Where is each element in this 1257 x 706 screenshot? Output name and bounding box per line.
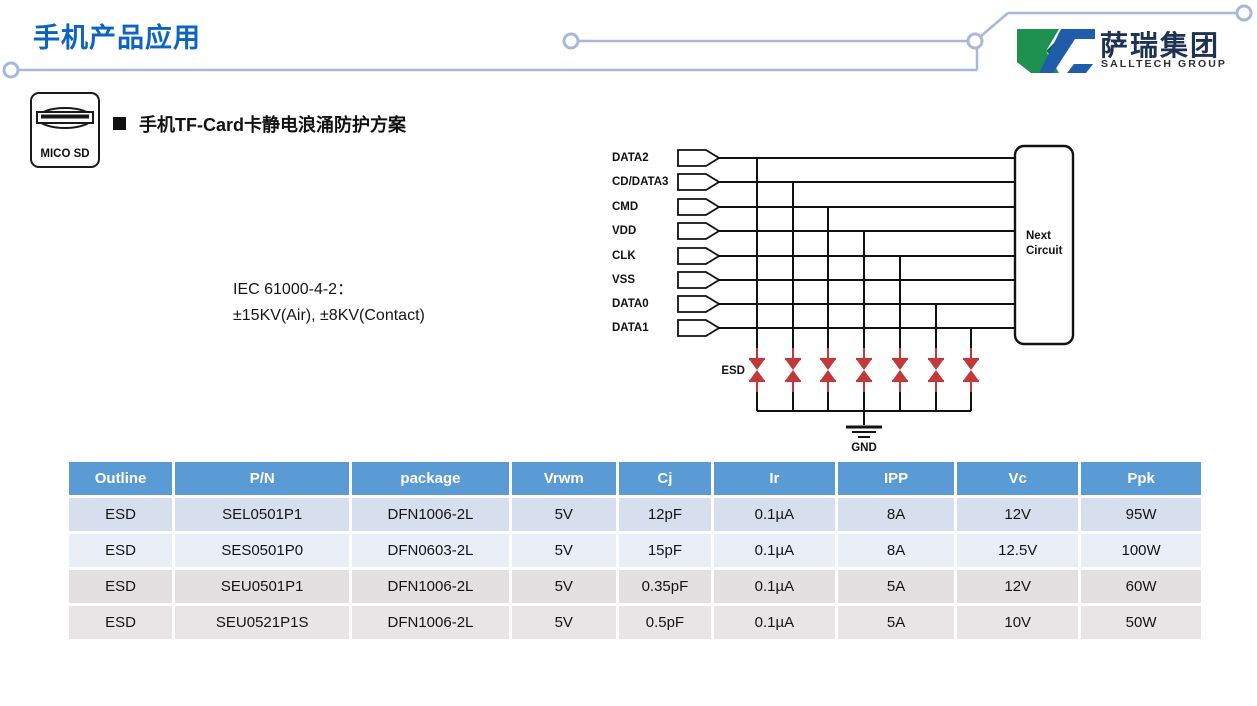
- column-header: IPP: [838, 462, 954, 495]
- ground-bus: [757, 411, 971, 437]
- table-cell: ESD: [69, 606, 172, 639]
- table-cell: 5V: [512, 570, 616, 603]
- table-cell: ESD: [69, 570, 172, 603]
- table-cell: 0.1µA: [714, 498, 835, 531]
- esd-label: ESD: [721, 365, 745, 377]
- table-cell: DFN0603-2L: [352, 534, 508, 567]
- table-cell: 12V: [957, 498, 1078, 531]
- column-header: Outline: [69, 462, 172, 495]
- column-header: Vrwm: [512, 462, 616, 495]
- table-cell: 5V: [512, 498, 616, 531]
- salltech-logo-mark: [1014, 26, 1098, 78]
- signal-lines: [719, 158, 1015, 328]
- column-header: Vc: [957, 462, 1078, 495]
- table-cell: 0.1µA: [714, 534, 835, 567]
- table-cell: SEL0501P1: [175, 498, 349, 531]
- table-row: ESD SEU0501P1 DFN1006-2L 5V 0.35pF 0.1µA…: [69, 570, 1201, 603]
- table-cell: DFN1006-2L: [352, 606, 508, 639]
- table-cell: 15pF: [619, 534, 711, 567]
- tvs-diodes: [749, 348, 979, 392]
- signal-label: CLK: [612, 250, 636, 262]
- table-header-row: Outline P/N package Vrwm Cj Ir IPP Vc Pp…: [69, 462, 1201, 495]
- table-cell: 12V: [957, 570, 1078, 603]
- sd-card-glyph: [32, 94, 98, 138]
- signal-label: VDD: [612, 225, 636, 237]
- table-cell: 5A: [838, 606, 954, 639]
- signal-label: DATA1: [612, 322, 649, 334]
- decor-node-circle: [564, 34, 578, 48]
- spec-table: Outline P/N package Vrwm Cj Ir IPP Vc Pp…: [66, 459, 1204, 642]
- decor-node-circle: [968, 34, 982, 48]
- iec-line1: IEC 61000-4-2：: [233, 277, 425, 303]
- column-header: Ppk: [1081, 462, 1201, 495]
- section-heading: 手机TF-Card卡静电浪涌防护方案: [139, 111, 406, 137]
- table-cell: SEU0521P1S: [175, 606, 349, 639]
- signal-label: CMD: [612, 201, 638, 213]
- table-cell: 95W: [1081, 498, 1201, 531]
- table-cell: 10V: [957, 606, 1078, 639]
- table-cell: 5A: [838, 570, 954, 603]
- table-cell: 0.1µA: [714, 606, 835, 639]
- next-circuit-label-line1: Next: [1026, 230, 1051, 242]
- next-circuit-label-line2: Circuit: [1026, 245, 1063, 257]
- table-cell: ESD: [69, 498, 172, 531]
- table-cell: 12pF: [619, 498, 711, 531]
- signal-label: DATA0: [612, 298, 649, 310]
- table-cell: 0.35pF: [619, 570, 711, 603]
- table-row: ESD SEL0501P1 DFN1006-2L 5V 12pF 0.1µA 8…: [69, 498, 1201, 531]
- table-cell: 8A: [838, 534, 954, 567]
- table-cell: DFN1006-2L: [352, 570, 508, 603]
- signal-label: VSS: [612, 274, 635, 286]
- column-header: Cj: [619, 462, 711, 495]
- table-cell: 100W: [1081, 534, 1201, 567]
- signal-label: DATA2: [612, 152, 649, 164]
- table-cell: 5V: [512, 606, 616, 639]
- table-cell: SES0501P0: [175, 534, 349, 567]
- esd-protection-circuit-diagram: DATA2 CD/DATA3 CMD VDD CLK VSS DATA0 DAT…: [598, 130, 1090, 465]
- table-cell: 8A: [838, 498, 954, 531]
- logo-company-name-en: SALLTECH GROUP: [1101, 58, 1227, 70]
- iec-standard-text: IEC 61000-4-2： ±15KV(Air), ±8KV(Contact): [233, 277, 425, 329]
- decor-node-circle: [4, 63, 18, 77]
- table-row: ESD SES0501P0 DFN0603-2L 5V 15pF 0.1µA 8…: [69, 534, 1201, 567]
- table-cell: 60W: [1081, 570, 1201, 603]
- table-cell: 0.5pF: [619, 606, 711, 639]
- column-header: package: [352, 462, 508, 495]
- sd-icon-label: MICO SD: [32, 148, 98, 160]
- table-cell: ESD: [69, 534, 172, 567]
- table-cell: 12.5V: [957, 534, 1078, 567]
- signal-label: CD/DATA3: [612, 176, 668, 188]
- column-header: Ir: [714, 462, 835, 495]
- table-row: ESD SEU0521P1S DFN1006-2L 5V 0.5pF 0.1µA…: [69, 606, 1201, 639]
- gnd-label: GND: [851, 442, 877, 454]
- bullet-square: [113, 117, 126, 130]
- slide: { "title": "手机产品应用", "logo": { "cn": "萨瑞…: [0, 0, 1257, 706]
- table-cell: 0.1µA: [714, 570, 835, 603]
- table-cell: 5V: [512, 534, 616, 567]
- table-cell: 50W: [1081, 606, 1201, 639]
- iec-line2: ±15KV(Air), ±8KV(Contact): [233, 303, 425, 329]
- pin-connectors: [678, 150, 719, 336]
- column-header: P/N: [175, 462, 349, 495]
- sd-card-icon: MICO SD: [30, 92, 100, 168]
- table-cell: DFN1006-2L: [352, 498, 508, 531]
- table-cell: SEU0501P1: [175, 570, 349, 603]
- decor-node-circle: [1237, 6, 1251, 20]
